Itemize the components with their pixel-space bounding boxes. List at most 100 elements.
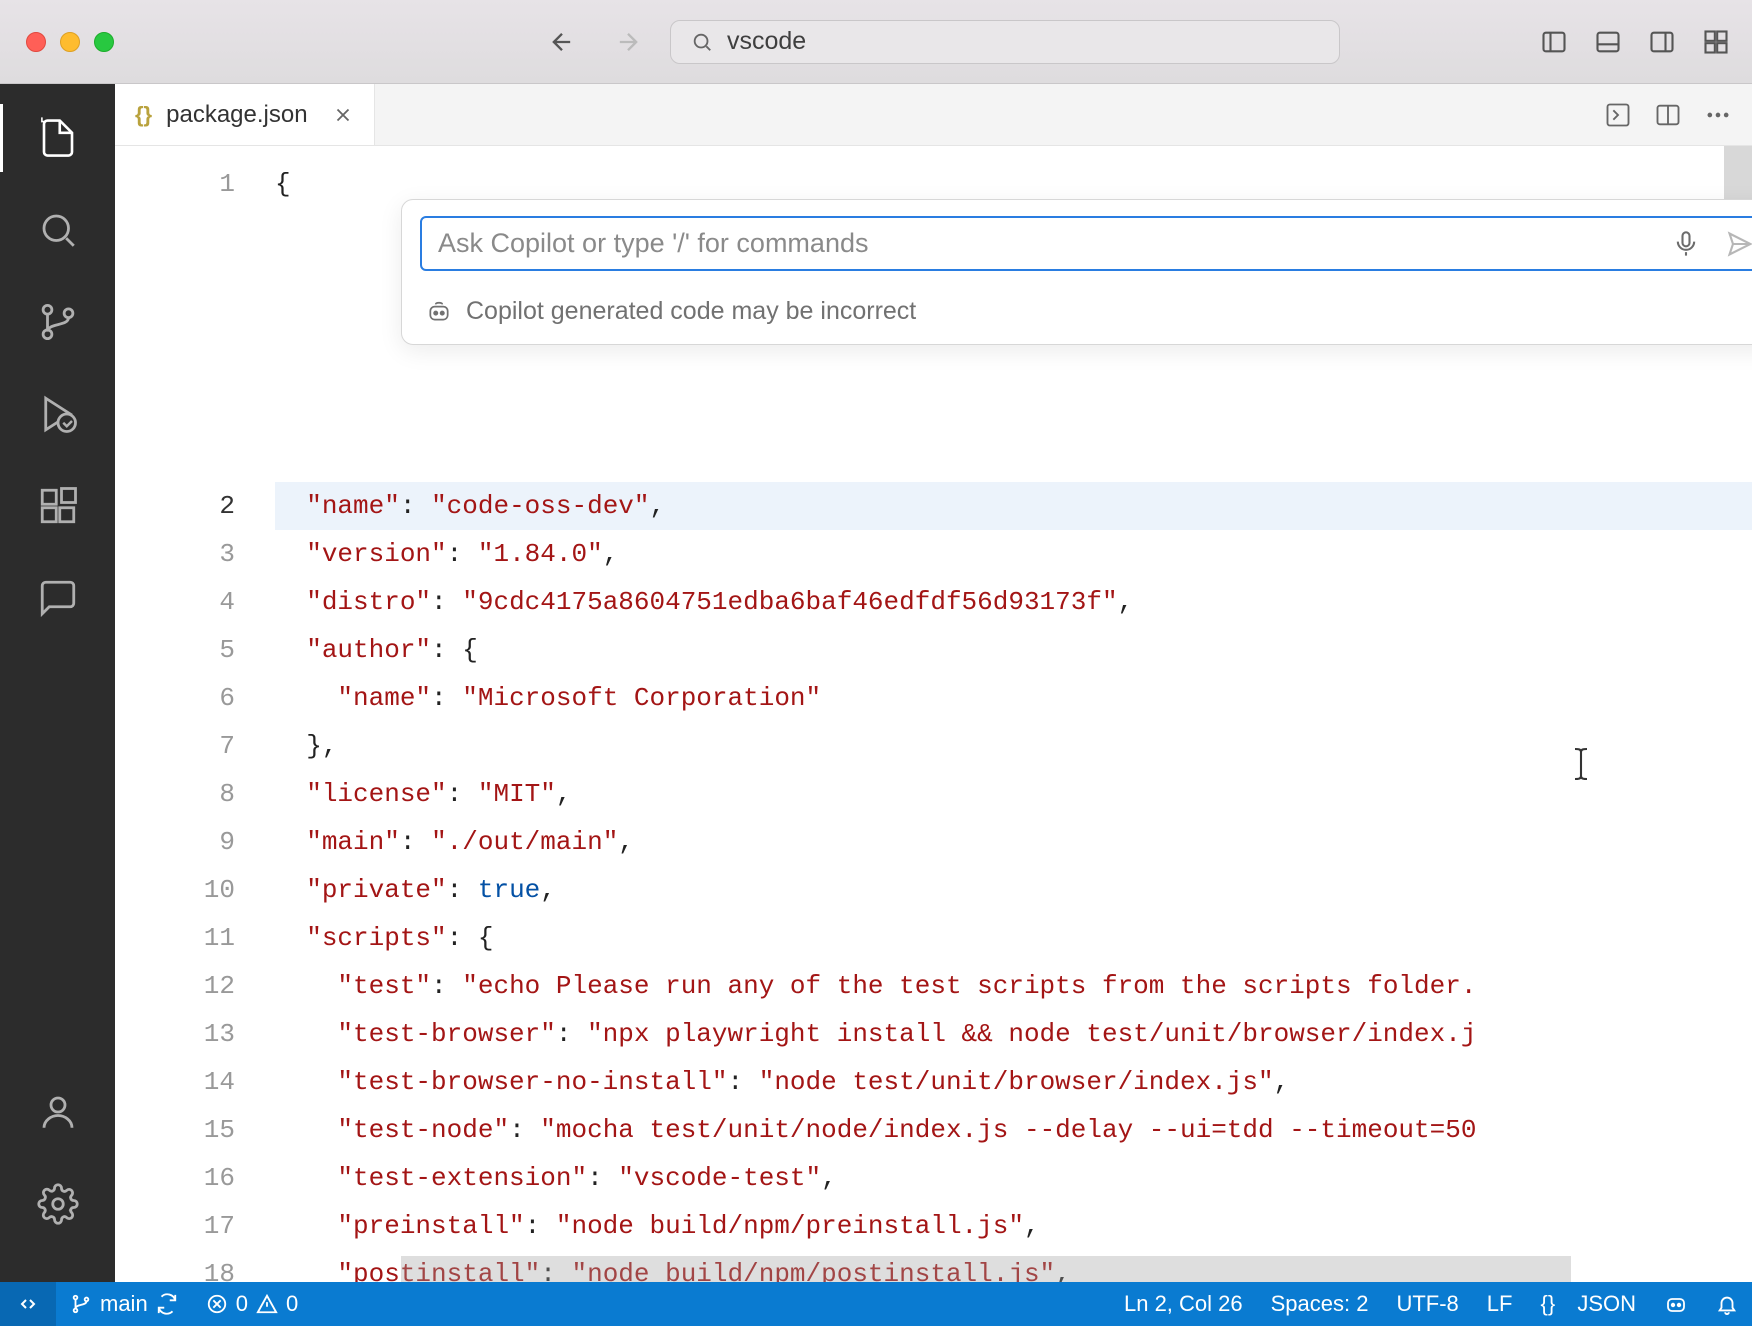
code-line[interactable]: "test-extension": "vscode-test", bbox=[275, 1154, 1752, 1202]
copilot-voice-button[interactable] bbox=[1672, 230, 1700, 258]
title-layout-controls bbox=[1534, 22, 1736, 62]
cursor-position-text: Ln 2, Col 26 bbox=[1124, 1291, 1243, 1317]
code-line[interactable]: "test-browser": "npx playwright install … bbox=[275, 1010, 1752, 1058]
git-branch-icon bbox=[37, 301, 79, 343]
tab-close-button[interactable] bbox=[332, 104, 354, 126]
editor-actions bbox=[1604, 84, 1752, 145]
more-actions-button[interactable] bbox=[1704, 101, 1732, 129]
run-icon bbox=[1604, 101, 1632, 129]
line-number: 4 bbox=[115, 578, 235, 626]
line-number: 6 bbox=[115, 674, 235, 722]
activity-extensions[interactable] bbox=[24, 472, 92, 540]
code-line[interactable]: "scripts": { bbox=[275, 914, 1752, 962]
activity-explorer[interactable] bbox=[24, 104, 92, 172]
code-line[interactable]: "license": "MIT", bbox=[275, 770, 1752, 818]
json-file-icon: {} bbox=[135, 102, 152, 128]
mic-icon bbox=[1672, 230, 1700, 258]
code-line[interactable]: "private": true, bbox=[275, 866, 1752, 914]
line-number: 9 bbox=[115, 818, 235, 866]
indentation-status[interactable]: Spaces: 2 bbox=[1257, 1282, 1383, 1326]
window-minimize-button[interactable] bbox=[60, 32, 80, 52]
line-number: 14 bbox=[115, 1058, 235, 1106]
eol-status[interactable]: LF bbox=[1473, 1282, 1527, 1326]
code-line[interactable]: "version": "1.84.0", bbox=[275, 530, 1752, 578]
error-icon bbox=[206, 1293, 228, 1315]
remote-indicator[interactable] bbox=[0, 1282, 56, 1326]
copilot-disclaimer: Copilot generated code may be incorrect bbox=[420, 293, 1752, 332]
sync-icon bbox=[156, 1293, 178, 1315]
layout-sidebar-left-icon bbox=[1540, 28, 1568, 56]
toggle-primary-sidebar-button[interactable] bbox=[1534, 22, 1574, 62]
command-center-text: vscode bbox=[727, 27, 806, 56]
search-icon bbox=[691, 31, 713, 53]
error-count: 0 bbox=[236, 1291, 248, 1317]
code-line[interactable]: "test-node": "mocha test/unit/node/index… bbox=[275, 1106, 1752, 1154]
layout-grid-icon bbox=[1702, 28, 1730, 56]
git-branch-status[interactable]: main bbox=[56, 1282, 192, 1326]
line-number: 1 bbox=[115, 160, 235, 208]
minimap-slider[interactable] bbox=[1724, 146, 1752, 206]
line-number: 12 bbox=[115, 962, 235, 1010]
customize-layout-button[interactable] bbox=[1696, 22, 1736, 62]
tab-package-json[interactable]: {} package.json bbox=[115, 84, 375, 145]
code-line[interactable]: "name": "code-oss-dev", bbox=[275, 482, 1752, 530]
activity-settings[interactable] bbox=[24, 1170, 92, 1238]
line-number: 17 bbox=[115, 1202, 235, 1250]
run-action-button[interactable] bbox=[1604, 101, 1632, 129]
encoding-status[interactable]: UTF-8 bbox=[1382, 1282, 1472, 1326]
code-line[interactable]: "test": "echo Please run any of the test… bbox=[275, 962, 1752, 1010]
activity-accounts[interactable] bbox=[24, 1078, 92, 1146]
code-line[interactable]: "main": "./out/main", bbox=[275, 818, 1752, 866]
code-line[interactable]: "preinstall": "node build/npm/preinstall… bbox=[275, 1202, 1752, 1250]
activity-chat[interactable] bbox=[24, 564, 92, 632]
language-mode-status[interactable]: {} JSON bbox=[1526, 1282, 1650, 1326]
copilot-disclaimer-text: Copilot generated code may be incorrect bbox=[466, 297, 916, 326]
toggle-secondary-sidebar-button[interactable] bbox=[1642, 22, 1682, 62]
code-line[interactable]: "author": { bbox=[275, 626, 1752, 674]
copilot-icon bbox=[1664, 1292, 1688, 1316]
problems-status[interactable]: 0 0 bbox=[192, 1282, 313, 1326]
cursor-position-status[interactable]: Ln 2, Col 26 bbox=[1110, 1282, 1257, 1326]
arrow-right-icon bbox=[614, 28, 642, 56]
line-number: 3 bbox=[115, 530, 235, 578]
copilot-input-row bbox=[420, 216, 1752, 271]
git-branch-icon bbox=[70, 1293, 92, 1315]
gear-icon bbox=[37, 1183, 79, 1225]
nav-forward-button[interactable] bbox=[610, 24, 646, 60]
copilot-icon bbox=[426, 299, 452, 325]
window-close-button[interactable] bbox=[26, 32, 46, 52]
toggle-panel-button[interactable] bbox=[1588, 22, 1628, 62]
code-line[interactable]: "test-browser-no-install": "node test/un… bbox=[275, 1058, 1752, 1106]
nav-back-button[interactable] bbox=[544, 24, 580, 60]
line-number: 5 bbox=[115, 626, 235, 674]
activity-run-debug[interactable] bbox=[24, 380, 92, 448]
language-text: JSON bbox=[1577, 1291, 1636, 1317]
code-line[interactable]: "name": "Microsoft Corporation" bbox=[275, 674, 1752, 722]
copilot-input[interactable] bbox=[438, 228, 1672, 259]
split-editor-button[interactable] bbox=[1654, 101, 1682, 129]
line-number: 16 bbox=[115, 1154, 235, 1202]
copilot-status[interactable] bbox=[1650, 1282, 1702, 1326]
main-area: {} package.json 12 3456789 1 bbox=[0, 84, 1752, 1282]
language-icon: {} bbox=[1540, 1291, 1555, 1317]
line-number: 11 bbox=[115, 914, 235, 962]
extensions-icon bbox=[37, 485, 79, 527]
code-line[interactable]: "distro": "9cdc4175a8604751edba6baf46edf… bbox=[275, 578, 1752, 626]
horizontal-scrollbar[interactable] bbox=[401, 1256, 1571, 1282]
window-maximize-button[interactable] bbox=[94, 32, 114, 52]
line-number: 15 bbox=[115, 1106, 235, 1154]
search-icon bbox=[37, 209, 79, 251]
code-line[interactable]: }, bbox=[275, 722, 1752, 770]
command-center[interactable]: vscode bbox=[670, 20, 1340, 64]
activity-source-control[interactable] bbox=[24, 288, 92, 356]
copilot-send-button[interactable] bbox=[1726, 230, 1752, 258]
line-number: 10 bbox=[115, 866, 235, 914]
send-icon bbox=[1726, 230, 1752, 258]
nav-arrows bbox=[544, 24, 646, 60]
window-controls bbox=[26, 32, 114, 52]
activity-search[interactable] bbox=[24, 196, 92, 264]
line-number: 8 bbox=[115, 770, 235, 818]
line-number-gutter: 123456789101112131415161718 bbox=[115, 146, 275, 1282]
notifications-status[interactable] bbox=[1702, 1282, 1752, 1326]
line-number: 7 bbox=[115, 722, 235, 770]
